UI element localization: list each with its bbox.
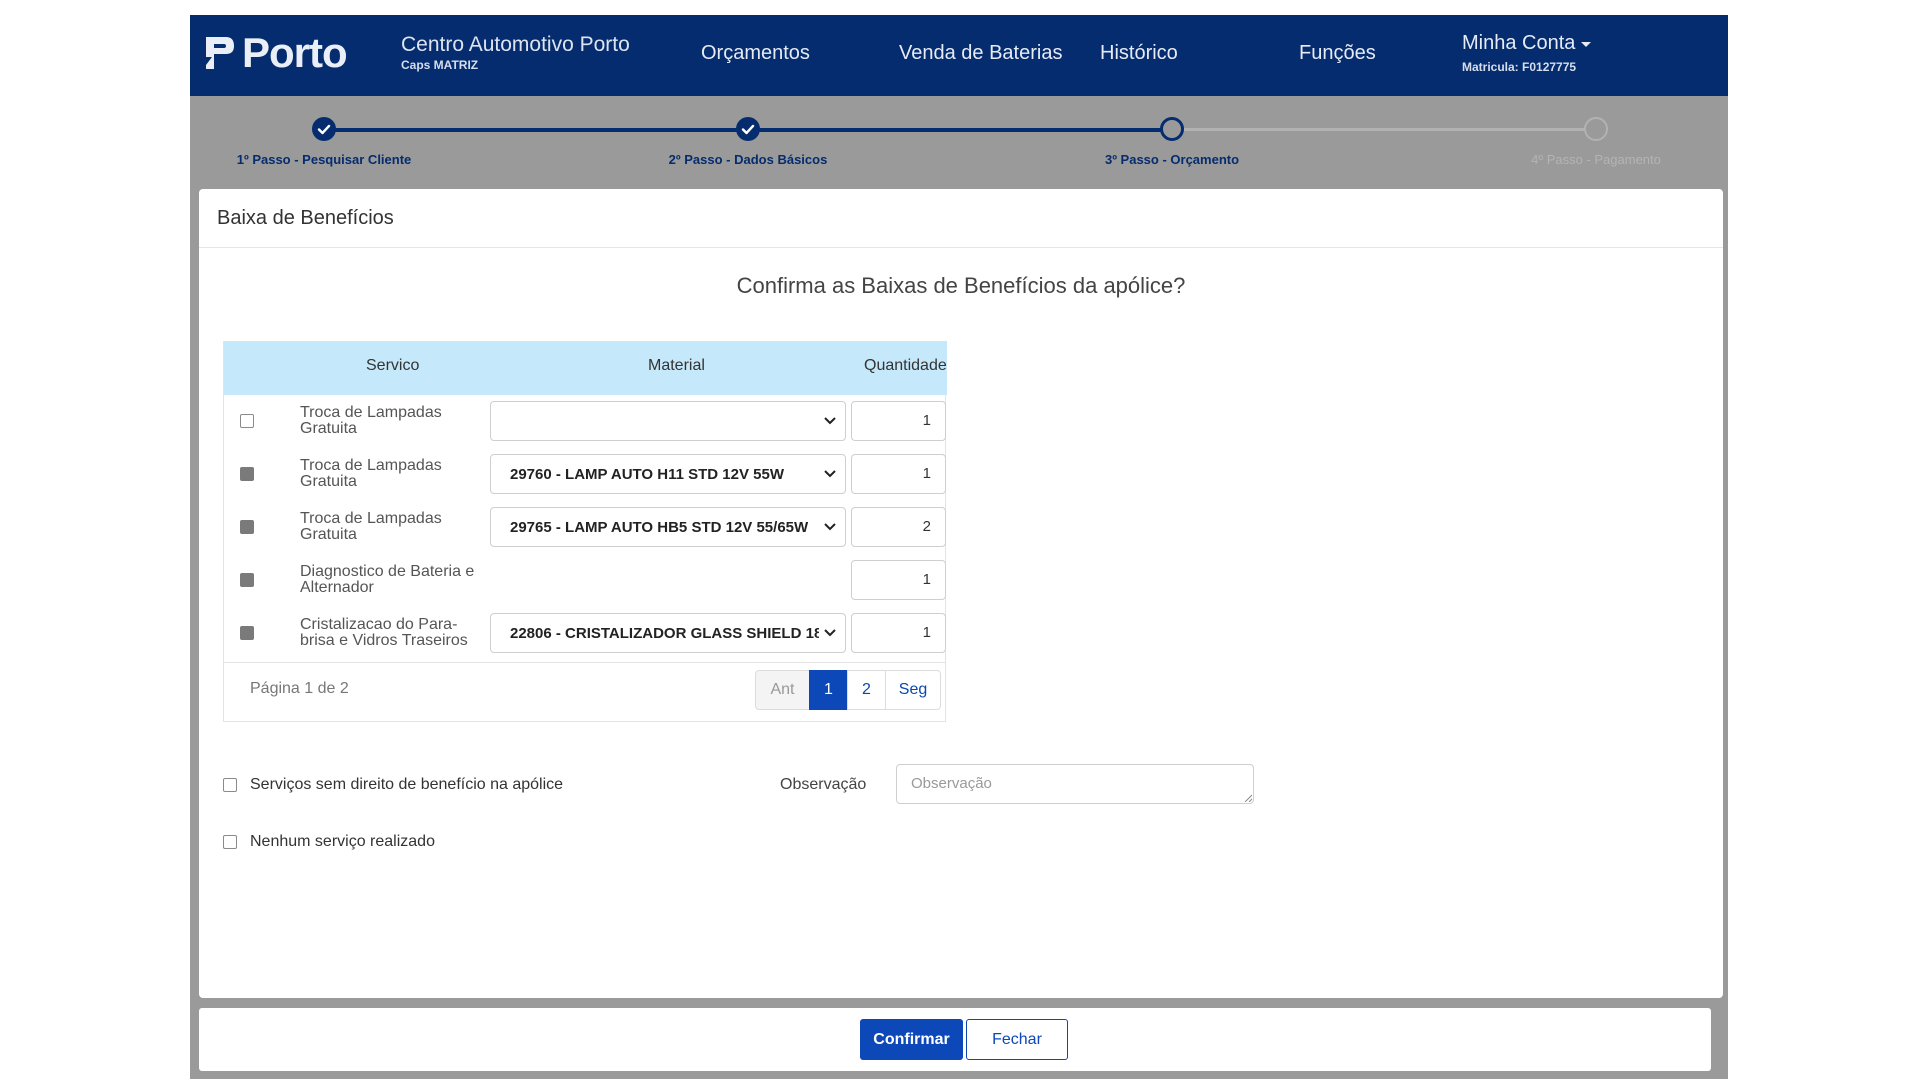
baixa-beneficios-modal: Baixa de Benefícios Confirma as Baixas d…	[199, 189, 1723, 998]
modal-title: Baixa de Benefícios	[217, 206, 394, 229]
header-servico: Servico	[366, 357, 420, 374]
chevron-down-icon	[824, 629, 836, 637]
close-button[interactable]: Fechar	[966, 1019, 1068, 1060]
step-2-label: 2º Passo - Dados Básicos	[668, 152, 828, 167]
app-window: Porto Centro Automotivo Porto Caps MATRI…	[190, 15, 1728, 1079]
header-material: Material	[648, 357, 705, 374]
benefits-table: Servico Material Quantidade Troca de Lam…	[223, 341, 947, 722]
nav-historico[interactable]: Histórico	[1100, 40, 1178, 66]
step-3-label: 3º Passo - Orçamento	[1104, 152, 1240, 167]
quantity-input[interactable]: 1	[851, 401, 946, 441]
nav-venda-de-baterias[interactable]: Venda de Baterias	[899, 40, 1062, 66]
chevron-down-icon	[824, 470, 836, 478]
material-select[interactable]: 29765 - LAMP AUTO HB5 STD 12V 55/65W	[490, 507, 846, 547]
row-service: Cristalizacao do Para-brisa e Vidros Tra…	[300, 616, 468, 649]
chevron-down-icon	[824, 523, 836, 531]
check-icon	[741, 124, 755, 135]
nav-funcoes[interactable]: Funções	[1299, 40, 1376, 66]
modal-footer: Confirmar Fechar	[199, 1008, 1711, 1071]
caret-down-icon	[1581, 42, 1592, 47]
step-1-label: 1º Passo - Pesquisar Cliente	[236, 152, 412, 167]
nav-orcamentos[interactable]: Orçamentos	[701, 40, 810, 66]
account-title[interactable]: Minha Conta	[1462, 30, 1592, 56]
step-4-dot	[1584, 117, 1608, 141]
brand: Centro Automotivo Porto Caps MATRIZ	[401, 32, 630, 72]
row-service: Troca de Lampadas Gratuita	[300, 510, 442, 543]
row-service: Troca de Lampadas Gratuita	[300, 457, 442, 490]
option-nenhum-servico[interactable]: Nenhum serviço realizado	[223, 833, 435, 851]
material-select[interactable]: 22806 - CRISTALIZADOR GLASS SHIELD 187:	[490, 613, 846, 653]
header-quantidade: Quantidade	[864, 357, 947, 374]
checkbox-sem-direito[interactable]	[223, 778, 237, 792]
table-row: Troca de Lampadas Gratuita 29765 - LAMP …	[224, 501, 947, 554]
checkbox-nenhum-servico[interactable]	[223, 835, 237, 849]
check-icon	[317, 124, 331, 135]
quantity-input[interactable]: 1	[851, 613, 946, 653]
option-nenhum-servico-label: Nenhum serviço realizado	[250, 833, 435, 850]
material-select-value: 22806 - CRISTALIZADOR GLASS SHIELD 187:	[510, 625, 819, 642]
account-matricula: Matricula: F0127775	[1462, 60, 1577, 74]
pager-info: Página 1 de 2	[250, 680, 349, 697]
pager-page-1[interactable]: 1	[809, 670, 848, 710]
brand-title: Centro Automotivo Porto	[401, 33, 630, 56]
pagination: Ant 1 2 Seg	[755, 670, 941, 710]
material-select-value: 29765 - LAMP AUTO HB5 STD 12V 55/65W	[510, 519, 809, 536]
row-checkbox[interactable]	[240, 520, 254, 534]
table-row: Cristalizacao do Para-brisa e Vidros Tra…	[224, 607, 947, 660]
modal-header: Baixa de Benefícios	[199, 189, 1723, 248]
row-service: Troca de Lampadas Gratuita	[300, 404, 442, 437]
logo-text: Porto	[242, 29, 348, 76]
step-4-label: 4º Passo - Pagamento	[1531, 152, 1661, 167]
row-service: Diagnostico de Bateria e Alternador	[300, 563, 475, 596]
porto-logo-icon	[206, 37, 234, 69]
material-select[interactable]: 29760 - LAMP AUTO H11 STD 12V 55W	[490, 454, 846, 494]
step-connector	[324, 128, 748, 132]
confirm-question: Confirma as Baixas de Benefícios da apól…	[736, 273, 1186, 298]
quantity-input[interactable]: 1	[851, 560, 946, 600]
pager-prev-button[interactable]: Ant	[755, 670, 810, 710]
observacao-label: Observação	[780, 776, 867, 793]
table-row: Troca de Lampadas Gratuita 29760 - LAMP …	[224, 448, 947, 501]
material-select[interactable]	[490, 401, 846, 441]
option-sem-direito[interactable]: Serviços sem direito de benefício na apó…	[223, 776, 563, 794]
row-checkbox[interactable]	[240, 467, 254, 481]
porto-logo[interactable]: Porto	[204, 29, 348, 76]
table-header: Servico Material Quantidade	[224, 341, 947, 395]
row-checkbox[interactable]	[240, 414, 254, 428]
step-1-dot	[312, 117, 336, 141]
quantity-input[interactable]: 1	[851, 454, 946, 494]
row-checkbox[interactable]	[240, 573, 254, 587]
step-2-dot	[736, 117, 760, 141]
resize-grip-icon[interactable]	[1244, 794, 1252, 802]
row-checkbox[interactable]	[240, 626, 254, 640]
observacao-input[interactable]	[896, 764, 1254, 804]
progress-stepper: 1º Passo - Pesquisar Cliente 2º Passo - …	[190, 96, 1728, 176]
pager-page-2[interactable]: 2	[847, 670, 886, 710]
brand-subtitle: Caps MATRIZ	[401, 58, 479, 72]
account-menu[interactable]: Minha Conta Matricula: F0127775	[1462, 30, 1592, 74]
table-row: Troca de Lampadas Gratuita 1	[224, 395, 947, 448]
pager-next-button[interactable]: Seg	[885, 670, 941, 710]
table-pager: Página 1 de 2 Ant 1 2 Seg	[224, 662, 945, 721]
option-sem-direito-label: Serviços sem direito de benefício na apó…	[250, 776, 564, 793]
confirm-button[interactable]: Confirmar	[860, 1019, 963, 1060]
quantity-input[interactable]: 2	[851, 507, 946, 547]
step-3-dot	[1160, 117, 1184, 141]
step-connector	[748, 128, 1172, 132]
material-select-value: 29760 - LAMP AUTO H11 STD 12V 55W	[510, 466, 784, 483]
account-title-text: Minha Conta	[1462, 32, 1576, 54]
table-row: Diagnostico de Bateria e Alternador 1	[224, 554, 947, 607]
step-connector	[1172, 128, 1596, 131]
top-navbar: Porto Centro Automotivo Porto Caps MATRI…	[190, 15, 1728, 96]
chevron-down-icon	[824, 417, 836, 425]
